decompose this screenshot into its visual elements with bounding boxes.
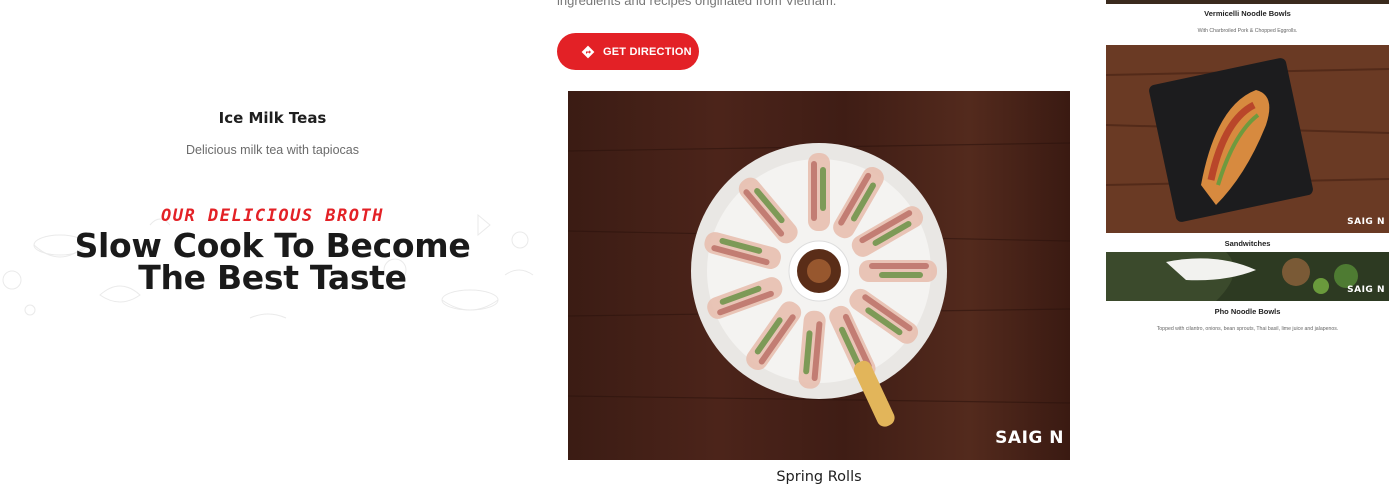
- ice-milk-teas-description: Delicious milk tea with tapiocas: [186, 143, 359, 157]
- pho-title: Pho Noodle Bowls: [1214, 307, 1281, 316]
- vermicelli-description: With Charbroiled Pork & Chopped Eggrolls…: [1197, 28, 1298, 34]
- get-direction-label: GET DIRECTION: [603, 45, 692, 58]
- ice-milk-teas-title: Ice Milk Teas: [218, 109, 327, 127]
- sandwich-photo: SAIG N: [1106, 45, 1389, 233]
- pho-description: Topped with cilantro, onions, bean sprou…: [1156, 326, 1339, 332]
- spring-rolls-watermark: SAIG N: [995, 428, 1064, 448]
- vermicelli-title: Vermicelli Noodle Bowls: [1204, 9, 1291, 18]
- get-direction-button[interactable]: GET DIRECTION: [557, 33, 699, 70]
- pho-watermark: SAIG N: [1347, 285, 1385, 295]
- sandwitches-title: Sandwitches: [1224, 239, 1271, 248]
- intro-text: ingredients and recipes originated from …: [557, 0, 837, 8]
- pho-photo: SAIG N: [1106, 252, 1389, 301]
- vermicelli-photo-strip: [1106, 0, 1389, 4]
- broth-headline: Slow Cook To Become The Best Taste: [74, 226, 471, 297]
- direction-icon: [581, 45, 595, 59]
- broth-eyebrow: OUR DELICIOUS BROTH: [161, 206, 384, 226]
- spring-rolls-caption: Spring Rolls: [776, 469, 862, 485]
- sandwich-watermark: SAIG N: [1347, 217, 1385, 227]
- spring-rolls-photo: SAIG N: [568, 91, 1070, 460]
- right-menu-column: Vermicelli Noodle Bowls With Charbroiled…: [1106, 0, 1389, 500]
